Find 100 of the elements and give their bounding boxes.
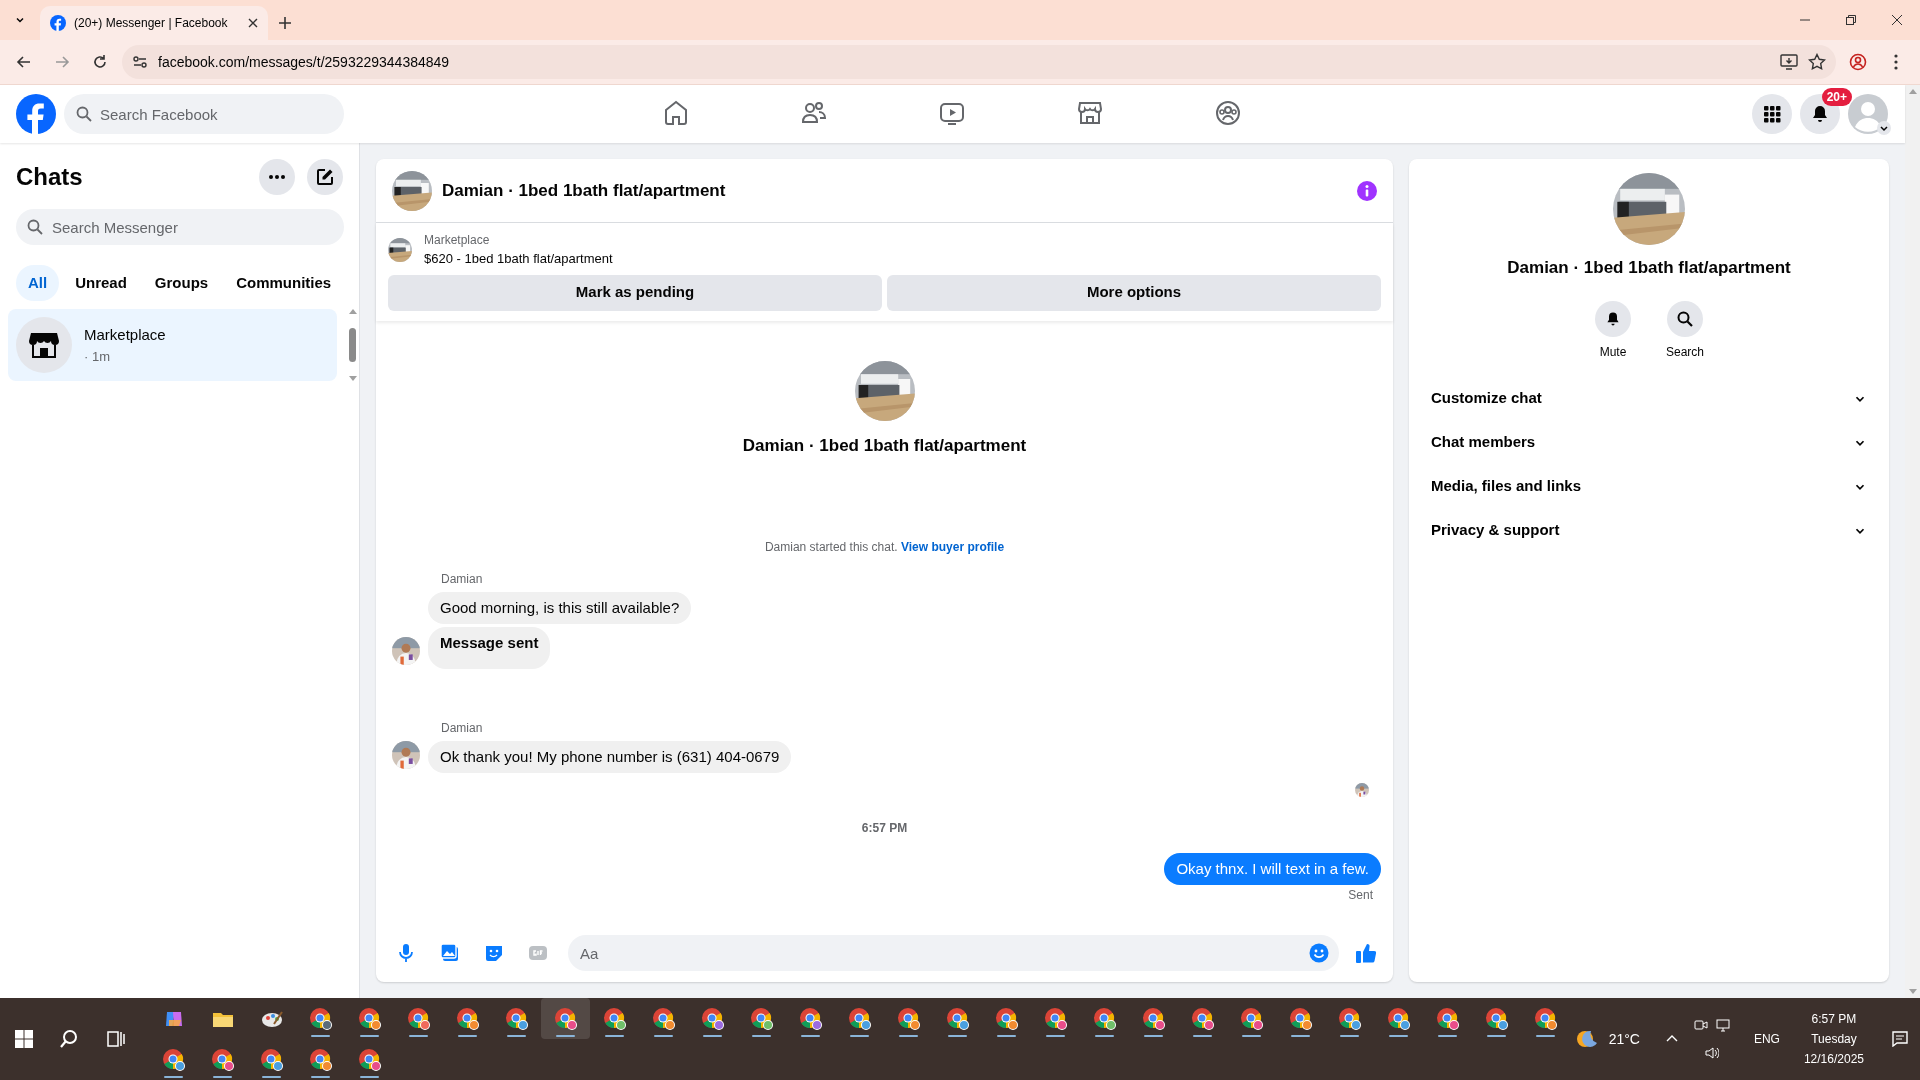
microphone-icon[interactable] — [396, 943, 416, 963]
browser-icon — [1484, 1006, 1509, 1031]
browser-icon — [504, 1006, 529, 1031]
chat-item[interactable]: Marketplace · 1m — [8, 309, 337, 381]
message-bubble: Good morning, is this still available? — [428, 592, 692, 624]
message-bubble: Okay thnx. I will text in a few. — [1164, 853, 1381, 885]
temperature[interactable]: 21°C — [1608, 1028, 1640, 1050]
action-label: Mute — [1599, 343, 1627, 361]
windows-icon — [15, 1030, 33, 1048]
install-icon[interactable] — [1780, 53, 1798, 71]
close-icon[interactable] — [248, 18, 258, 28]
compose-icon — [316, 168, 334, 186]
conversation-name: Damian · 1bed 1bath flat/apartment — [1507, 257, 1791, 279]
browser-icon — [896, 1006, 921, 1031]
scroll-up-icon[interactable] — [348, 309, 357, 314]
message-status: Sent — [1348, 888, 1374, 902]
facebook-icon — [50, 15, 66, 31]
browser-icon — [1288, 1006, 1313, 1031]
action-button[interactable]: More options — [887, 274, 1381, 311]
browser-icon — [210, 1047, 235, 1072]
grid-menu-icon — [1762, 104, 1782, 124]
search-field[interactable]: Search Facebook — [64, 94, 344, 134]
more-button[interactable] — [259, 159, 295, 195]
search-icon — [27, 219, 43, 235]
action-label: Search — [1666, 343, 1704, 361]
action-button[interactable]: Mark as pending — [388, 274, 882, 311]
storefront-icon — [16, 317, 72, 373]
browser-icon — [357, 1006, 382, 1031]
compose-button[interactable] — [307, 159, 343, 195]
filter-tab[interactable]: Unread — [63, 265, 139, 301]
clock-day[interactable]: Tuesday — [1811, 1029, 1857, 1049]
monitor-icon[interactable] — [1715, 1018, 1730, 1032]
info-icon[interactable] — [1357, 180, 1377, 201]
menu-button[interactable] — [1752, 94, 1792, 134]
facebook-logo[interactable] — [16, 94, 56, 134]
forward-arrow-icon — [54, 54, 70, 70]
search-icon — [76, 106, 92, 122]
browser-icon — [994, 1006, 1019, 1031]
scrollbar-thumb[interactable] — [349, 328, 356, 362]
bell-icon — [1605, 310, 1621, 327]
filter-tab[interactable]: Communities — [224, 265, 344, 301]
message-bubble: Ok thank you! My phone number is (631) 404-0679 — [428, 741, 792, 773]
close-icon[interactable] — [1892, 15, 1902, 25]
browser-icon — [798, 1006, 823, 1031]
filter-tab[interactable]: All — [16, 265, 60, 301]
mute-button[interactable] — [1595, 300, 1631, 337]
message-field[interactable]: Aa — [568, 935, 1339, 971]
taskbar-app[interactable] — [541, 998, 590, 1039]
plus-icon[interactable] — [278, 16, 292, 30]
search-icon — [58, 1029, 79, 1049]
filter-tab[interactable]: Groups — [142, 265, 221, 301]
browser-icon — [1386, 1006, 1411, 1031]
clock-time[interactable]: 6:57 PM — [1811, 1009, 1857, 1029]
listing-title: $620 - 1bed 1bath flat/apartment — [424, 250, 613, 268]
notification-icon[interactable] — [1892, 1031, 1908, 1047]
browser-icon — [1239, 1006, 1264, 1031]
browser-icon — [357, 1047, 382, 1072]
buyer-profile-link[interactable]: View buyer profile — [900, 540, 1005, 554]
browser-icon — [406, 1006, 431, 1031]
browser-icon — [945, 1006, 970, 1031]
sender-name: Damian — [441, 572, 483, 586]
more-icon — [269, 175, 285, 179]
accordion-item[interactable]: Media, files and links — [1423, 464, 1875, 509]
chat-notice: Damian started this chat. View buyer profile — [764, 540, 1005, 554]
sticker-icon[interactable] — [484, 943, 504, 963]
browser-icon — [161, 1047, 186, 1072]
speaker-icon[interactable] — [1704, 1046, 1719, 1060]
accordion-item[interactable]: Chat members — [1423, 420, 1875, 465]
browser-icon — [1337, 1006, 1362, 1031]
site-settings-icon[interactable] — [132, 54, 148, 70]
thumbs-up-icon[interactable] — [1355, 942, 1377, 964]
browser-icon — [1092, 1006, 1117, 1031]
browser-tab[interactable]: (20+) Messenger | Facebook — [40, 6, 268, 40]
chat-time: · 1m — [84, 347, 111, 366]
language-indicator[interactable]: ENG — [1753, 1030, 1780, 1048]
restore-icon[interactable] — [1846, 15, 1856, 25]
scroll-down-icon[interactable] — [348, 376, 357, 381]
caret-icon[interactable] — [1877, 121, 1891, 135]
clock-date[interactable]: 12/16/2025 — [1803, 1049, 1864, 1069]
browser-icon — [749, 1006, 774, 1031]
star-icon[interactable] — [1808, 53, 1826, 71]
reload-icon — [92, 54, 108, 70]
chat-title[interactable]: Damian · 1bed 1bath flat/apartment — [442, 177, 1347, 204]
browser-icon — [847, 1006, 872, 1031]
camera-icon[interactable] — [1693, 1018, 1708, 1032]
browser-icon — [308, 1006, 333, 1031]
search-icon — [1677, 310, 1693, 327]
browser-icon — [455, 1006, 480, 1031]
accordion-item[interactable]: Customize chat — [1423, 376, 1875, 421]
search-field[interactable]: Search Messenger — [16, 209, 344, 245]
emoji-icon[interactable] — [1309, 943, 1329, 963]
image-icon[interactable] — [440, 943, 460, 963]
accordion-item[interactable]: Privacy & support — [1423, 508, 1875, 553]
avatar-icon[interactable] — [1848, 94, 1888, 134]
kebab-menu-icon — [1894, 54, 1898, 70]
search-button[interactable] — [1667, 300, 1703, 337]
bell-icon — [1810, 104, 1830, 124]
profile-icon — [1849, 53, 1867, 71]
conversation-name: Damian · 1bed 1bath flat/apartment — [742, 434, 1027, 457]
browser-icon — [308, 1047, 333, 1072]
